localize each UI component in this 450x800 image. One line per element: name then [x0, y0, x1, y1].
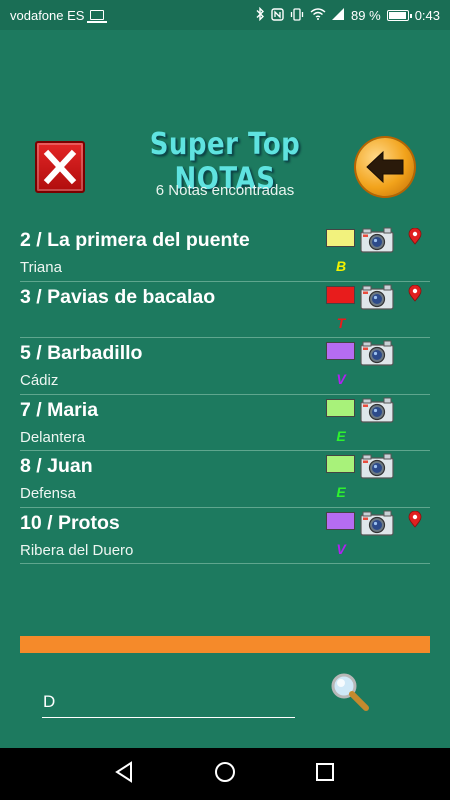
color-letter: V: [336, 540, 346, 557]
note-item[interactable]: 5 / Barbadillo Cádiz V: [20, 338, 430, 395]
color-letter: V: [336, 371, 346, 387]
note-title: 10 / Protos: [20, 511, 120, 534]
note-title: 7 / Maria: [20, 398, 99, 421]
note-title: 2 / La primera del puente: [20, 229, 250, 251]
laptop-icon: [87, 10, 108, 23]
nav-recents-button[interactable]: [313, 760, 337, 789]
color-tag[interactable]: [326, 455, 355, 473]
status-bar: vodafone ES 89 % 0:43: [0, 0, 450, 30]
carrier-label: vodafone ES: [10, 7, 85, 23]
note-subtitle: Triana: [20, 259, 62, 276]
arrow-left-icon: [366, 150, 404, 184]
clock: 0:43: [414, 7, 440, 23]
back-button[interactable]: [356, 138, 414, 196]
nav-home-button[interactable]: [213, 760, 237, 789]
close-icon: [43, 149, 77, 185]
note-item[interactable]: 10 / Protos Ribera del Duero V: [20, 508, 430, 564]
color-tag[interactable]: [326, 285, 355, 304]
bluetooth-icon: [255, 6, 265, 23]
nav-back-button[interactable]: [113, 760, 137, 789]
signal-icon: [332, 8, 345, 22]
result-count: 6 Notas encontradas: [155, 182, 295, 199]
note-item[interactable]: 3 / Pavias de bacalao T: [20, 282, 430, 338]
note-subtitle: Delantera: [20, 428, 86, 446]
wifi-icon: [310, 8, 326, 22]
navigation-bar: [0, 748, 450, 800]
battery-percent: 89 %: [351, 7, 381, 23]
search-button[interactable]: [328, 670, 370, 712]
progress-bar: [20, 636, 430, 653]
camera-icon[interactable]: [360, 226, 394, 253]
color-tag[interactable]: [326, 511, 355, 530]
battery-icon: [386, 9, 412, 21]
triangle-back-icon: [115, 760, 132, 783]
note-title: 8 / Juan: [20, 455, 93, 477]
color-tag[interactable]: [326, 229, 355, 247]
map-pin-icon[interactable]: [408, 228, 422, 245]
search-input[interactable]: [42, 686, 295, 718]
camera-icon[interactable]: [360, 283, 394, 310]
map-pin-icon[interactable]: [408, 510, 422, 528]
note-subtitle: Defensa: [20, 485, 76, 502]
camera-icon[interactable]: [360, 396, 394, 423]
circle-home-icon: [215, 761, 235, 782]
search-icon: [331, 673, 369, 711]
nfc-icon: [271, 7, 284, 23]
color-letter: T: [336, 314, 346, 331]
color-letter: E: [336, 484, 346, 500]
close-button[interactable]: [35, 141, 85, 193]
note-item[interactable]: 7 / Maria Delantera E: [20, 395, 430, 451]
color-letter: E: [336, 427, 346, 444]
camera-icon[interactable]: [360, 339, 394, 366]
color-letter: B: [335, 258, 347, 274]
note-item[interactable]: 8 / Juan Defensa E: [20, 451, 430, 508]
camera-icon[interactable]: [360, 452, 394, 479]
note-title: 3 / Pavias de bacalao: [20, 285, 216, 308]
note-title: 5 / Barbadillo: [20, 342, 143, 364]
color-tag[interactable]: [326, 398, 355, 417]
camera-icon[interactable]: [360, 509, 394, 536]
square-recents-icon: [316, 762, 334, 781]
map-pin-icon[interactable]: [408, 284, 422, 302]
note-subtitle: Ribera del Duero: [20, 541, 134, 559]
color-tag[interactable]: [326, 342, 355, 360]
note-subtitle: Cádiz: [20, 372, 59, 389]
vibrate-icon: [290, 7, 304, 23]
note-list: 2 / La primera del puente Triana B 3 / Pav…: [20, 225, 430, 564]
note-item[interactable]: 2 / La primera del puente Triana B: [20, 225, 430, 282]
